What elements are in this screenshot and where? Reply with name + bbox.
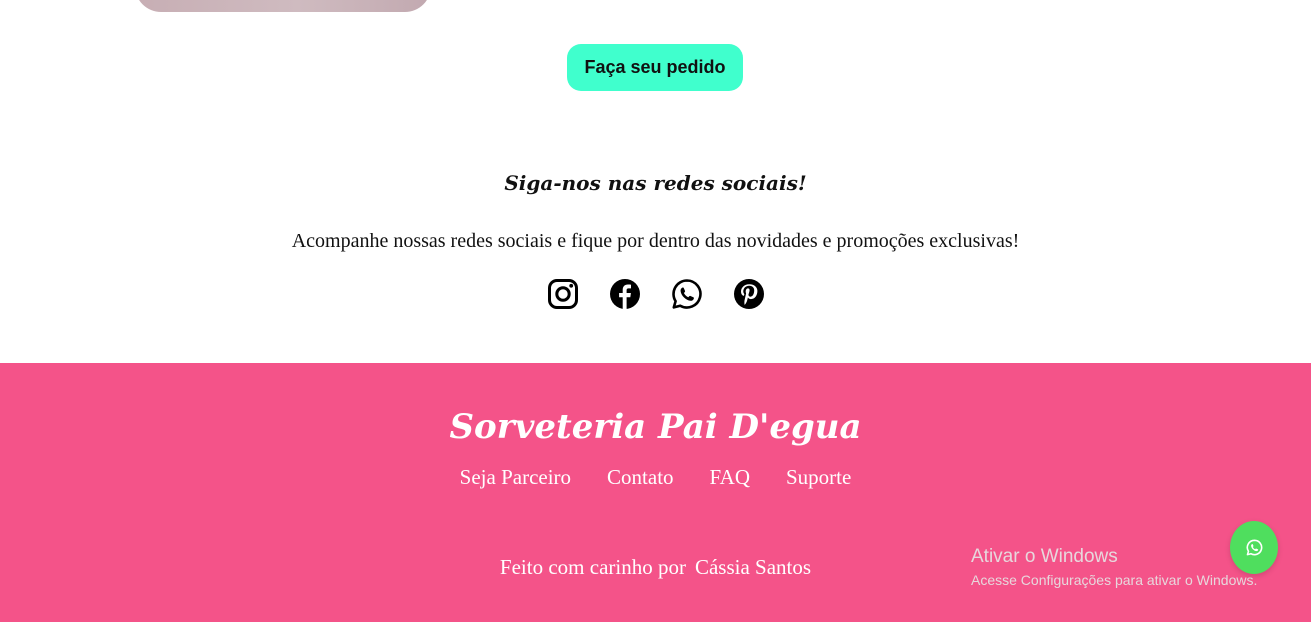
facebook-link[interactable]: [609, 277, 641, 311]
credit-author-link[interactable]: Cássia Santos: [695, 555, 811, 579]
hero-image-bottom: [135, 0, 431, 12]
whatsapp-icon: [671, 279, 702, 309]
footer-link-faq[interactable]: FAQ: [710, 465, 750, 490]
instagram-icon: [547, 279, 578, 309]
pinterest-link[interactable]: [733, 277, 765, 311]
social-section-title: Siga-nos nas redes sociais!: [504, 171, 807, 195]
footer-link-suporte[interactable]: Suporte: [786, 465, 851, 490]
whatsapp-icon: [1246, 539, 1262, 556]
windows-activation-watermark: Ativar o Windows Acesse Configurações pa…: [971, 546, 1257, 588]
watermark-title: Ativar o Windows: [971, 546, 1118, 567]
facebook-icon: [609, 279, 640, 309]
footer-nav: Seja Parceiro Contato FAQ Suporte: [0, 465, 1311, 490]
social-section-description: Acompanhe nossas redes sociais e fique p…: [291, 230, 1020, 252]
whatsapp-link[interactable]: [671, 277, 703, 311]
instagram-link[interactable]: [547, 277, 579, 311]
order-button[interactable]: Faça seu pedido: [567, 44, 743, 91]
footer-link-seja-parceiro[interactable]: Seja Parceiro: [460, 465, 571, 490]
social-icons: [0, 277, 1311, 311]
whatsapp-float-button[interactable]: [1230, 521, 1278, 574]
watermark-subtitle: Acesse Configurações para ativar o Windo…: [971, 572, 1258, 588]
pinterest-icon: [733, 279, 764, 309]
footer-link-contato[interactable]: Contato: [607, 465, 674, 490]
footer-brand: Sorveteria Pai D'egua: [449, 407, 862, 447]
credit-prefix: Feito com carinho por: [499, 555, 686, 579]
